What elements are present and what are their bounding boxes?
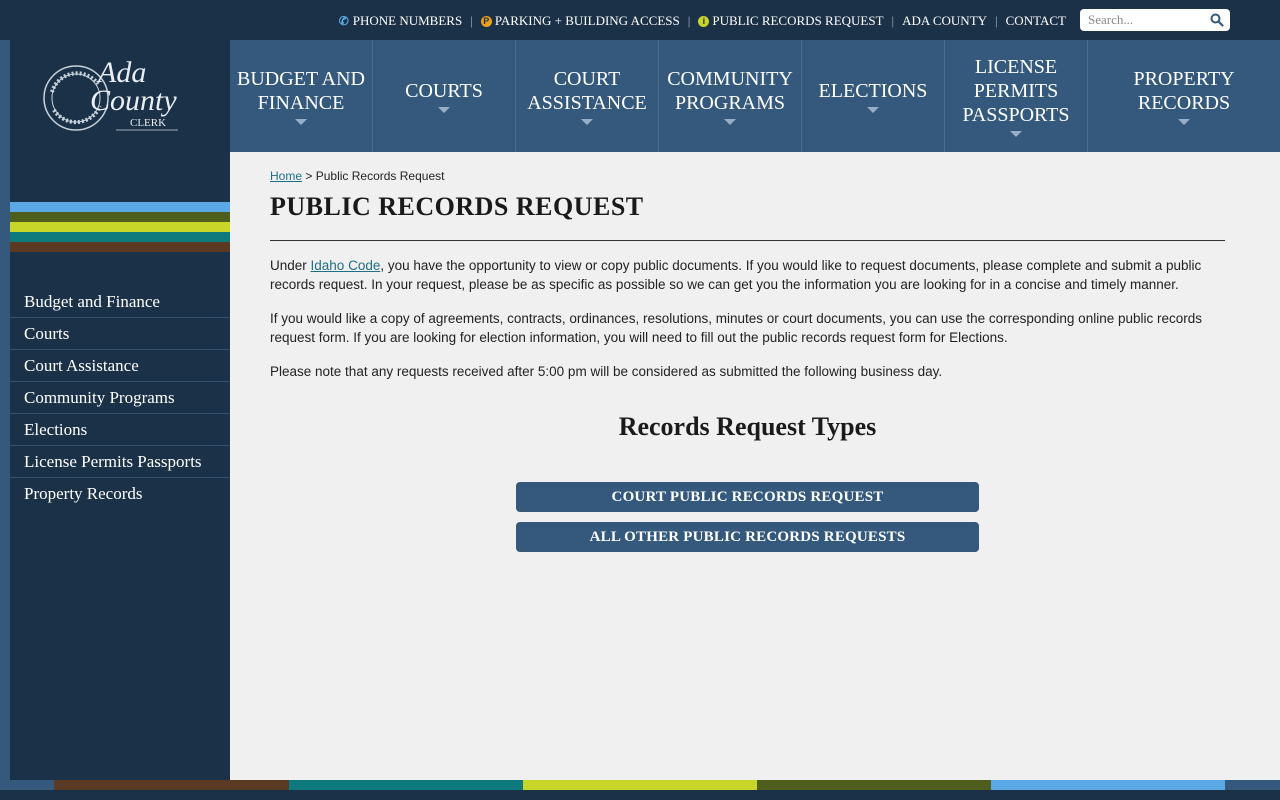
sidebar-item-elections[interactable]: Elections <box>10 414 230 446</box>
footer-stripe-segment <box>991 780 1225 790</box>
utility-link-phone-numbers[interactable]: ✆ PHONE NUMBERS <box>338 13 462 29</box>
utility-link-contact[interactable]: CONTACT <box>1006 13 1066 29</box>
chevron-down-icon <box>1010 131 1022 137</box>
phone-icon: ✆ <box>338 14 349 28</box>
footer-stripe-segment <box>523 780 757 790</box>
sidebar-item-label: Courts <box>24 323 70 343</box>
intro-paragraph: Under Idaho Code, you have the opportuni… <box>270 256 1225 294</box>
utility-link-ada-county[interactable]: ADA COUNTY <box>902 13 987 29</box>
title-divider <box>270 240 1225 241</box>
records-request-types-heading: Records Request Types <box>618 412 877 441</box>
utility-separator: | <box>687 13 691 28</box>
nav-item-property-records[interactable]: PROPERTY RECORDS <box>1088 40 1280 152</box>
paragraph-text: , you have the opportunity to view or co… <box>270 258 1202 292</box>
sidebar-item-court-assistance[interactable]: Court Assistance <box>10 350 230 382</box>
chevron-down-icon <box>581 119 593 125</box>
sidebar-item-label: Elections <box>24 419 88 439</box>
nav-item-court-assistance[interactable]: COURT ASSISTANCE <box>516 40 659 152</box>
chevron-down-icon <box>724 119 736 125</box>
info-icon: i <box>698 15 710 27</box>
utility-bar: ✆ PHONE NUMBERS | P PARKING + BUILDING A… <box>0 0 1280 40</box>
nav-label: COURT ASSISTANCE <box>527 68 647 114</box>
nav-item-community-programs[interactable]: COMMUNITY PROGRAMS <box>659 40 802 152</box>
sidebar-color-stripes <box>10 202 230 252</box>
sidebar-item-label: Court Assistance <box>24 355 139 375</box>
sidebar-item-label: Budget and Finance <box>24 291 160 311</box>
footer-stripe-segment <box>1225 780 1280 790</box>
svg-text:County: County <box>90 84 177 117</box>
utility-links: ✆ PHONE NUMBERS | P PARKING + BUILDING A… <box>338 13 1066 29</box>
sidebar-item-label: Community Programs <box>24 387 175 407</box>
color-stripe <box>10 242 230 252</box>
nav-item-elections[interactable]: ELECTIONS <box>802 40 945 152</box>
deadline-note-paragraph: Please note that any requests received a… <box>270 364 943 379</box>
chevron-down-icon <box>438 107 450 113</box>
sidebar-item-label: Property Records <box>24 484 143 503</box>
utility-separator: | <box>891 13 895 28</box>
footer-stripe-segment <box>54 780 289 790</box>
utility-separator: | <box>995 13 998 28</box>
search-input[interactable] <box>1080 9 1204 31</box>
sidebar-nav: Budget and Finance Courts Court Assistan… <box>10 286 230 510</box>
idaho-code-link[interactable]: Idaho Code <box>311 258 381 273</box>
utility-separator: | <box>470 13 473 28</box>
utility-link-label: PARKING + BUILDING ACCESS <box>494 13 680 28</box>
nav-label: ELECTIONS <box>818 80 928 102</box>
page-title: PUBLIC RECORDS REQUEST <box>270 192 644 221</box>
sidebar-item-courts[interactable]: Courts <box>10 318 230 350</box>
sidebar-item-label: License Permits Passports <box>24 451 202 471</box>
search-icon[interactable] <box>1210 13 1224 27</box>
utility-link-label: PUBLIC RECORDS REQUEST <box>712 13 884 28</box>
main-content: Home > Public Records Request PUBLIC REC… <box>230 152 1280 780</box>
parking-icon: P <box>480 15 492 27</box>
nav-label: PROPERTY RECORDS <box>1133 68 1235 114</box>
request-form-paragraph: If you would like a copy of agreements, … <box>270 311 1203 345</box>
chevron-down-icon <box>1178 119 1190 125</box>
utility-link-label: ADA COUNTY <box>902 13 988 28</box>
footer-color-stripe <box>0 780 1280 790</box>
paragraph-text: Under <box>270 258 311 273</box>
nav-label: LICENSE PERMITS PASSPORTS <box>962 56 1070 126</box>
logo[interactable]: Ada County CLERK <box>10 40 230 152</box>
footer-stripe-segment <box>289 780 523 790</box>
left-edge-strip <box>0 40 10 780</box>
color-stripe <box>10 232 230 242</box>
utility-link-parking[interactable]: P PARKING + BUILDING ACCESS <box>480 13 680 29</box>
breadcrumb: Home > Public Records Request <box>270 169 444 183</box>
nav-label: BUDGET AND FINANCE <box>237 68 365 114</box>
chevron-down-icon <box>867 107 879 113</box>
button-label: ALL OTHER PUBLIC RECORDS REQUESTS <box>589 528 906 545</box>
main-navigation: BUDGET AND FINANCE COURTS COURT ASSISTAN… <box>230 40 1280 152</box>
color-stripe <box>10 202 230 212</box>
court-public-records-request-button[interactable]: COURT PUBLIC RECORDS REQUEST <box>516 482 979 512</box>
chevron-down-icon <box>295 119 307 125</box>
color-stripe <box>10 222 230 232</box>
sidebar-item-license-permits-passports[interactable]: License Permits Passports <box>10 446 230 478</box>
footer-bar <box>0 790 1280 800</box>
intro-text: Under Idaho Code, you have the opportuni… <box>270 256 1225 396</box>
nav-label: COMMUNITY PROGRAMS <box>667 68 793 114</box>
button-label: COURT PUBLIC RECORDS REQUEST <box>611 488 884 505</box>
nav-item-budget-and-finance[interactable]: BUDGET AND FINANCE <box>230 40 373 152</box>
utility-link-label: CONTACT <box>1005 13 1066 28</box>
sidebar: Budget and Finance Courts Court Assistan… <box>10 152 230 780</box>
sidebar-item-budget-and-finance[interactable]: Budget and Finance <box>10 286 230 318</box>
breadcrumb-separator: > <box>305 169 313 183</box>
breadcrumb-home-link[interactable]: Home <box>270 169 302 183</box>
svg-text:CLERK: CLERK <box>130 117 166 129</box>
breadcrumb-current: Public Records Request <box>315 169 445 183</box>
footer-stripe-segment <box>757 780 991 790</box>
color-stripe <box>10 212 230 222</box>
all-other-public-records-requests-button[interactable]: ALL OTHER PUBLIC RECORDS REQUESTS <box>516 522 979 552</box>
footer-stripe-segment <box>0 780 54 790</box>
sidebar-item-community-programs[interactable]: Community Programs <box>10 382 230 414</box>
utility-link-public-records[interactable]: i PUBLIC RECORDS REQUEST <box>698 13 884 29</box>
nav-item-license-permits-passports[interactable]: LICENSE PERMITS PASSPORTS <box>945 40 1088 152</box>
ada-county-clerk-seal-logo: Ada County CLERK <box>43 56 178 131</box>
sidebar-item-property-records[interactable]: Property Records <box>10 478 230 510</box>
nav-label: COURTS <box>405 80 483 102</box>
utility-link-label: PHONE NUMBERS <box>352 13 463 28</box>
search-box <box>1080 9 1230 31</box>
nav-item-courts[interactable]: COURTS <box>373 40 516 152</box>
